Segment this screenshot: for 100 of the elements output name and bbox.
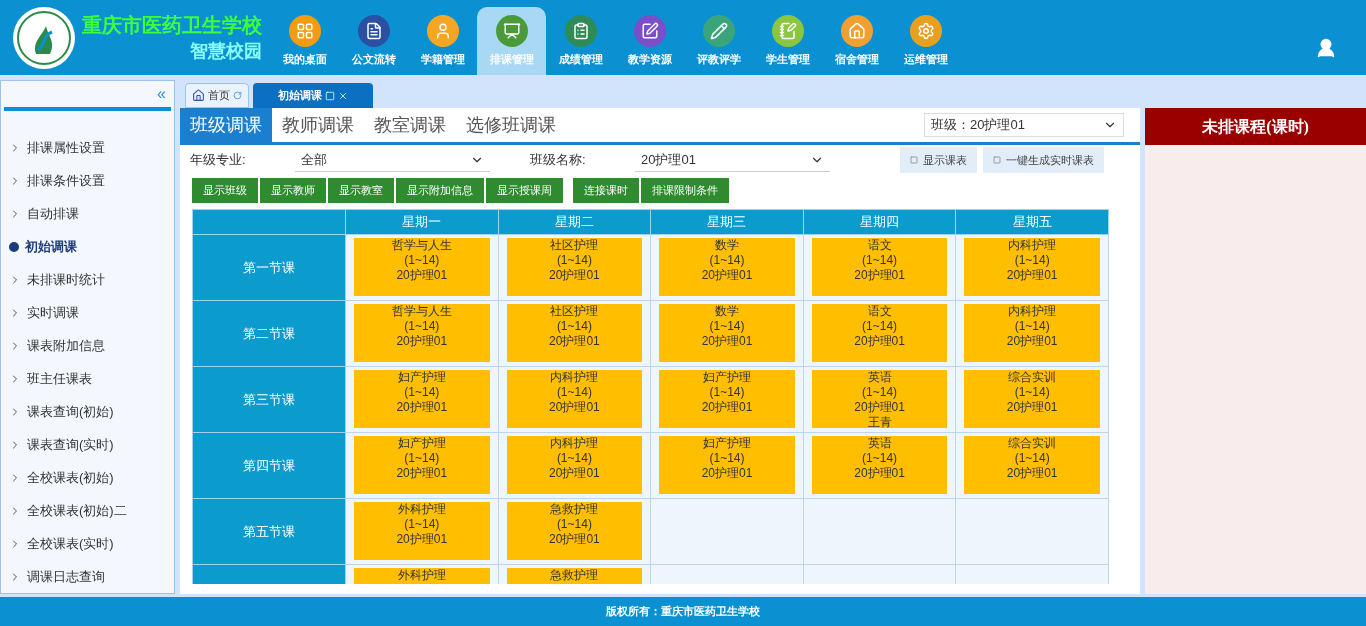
close-icon[interactable] bbox=[338, 90, 348, 101]
course-card[interactable]: 内科护理 (1~14) 20护理01 bbox=[964, 238, 1100, 296]
sidebar-item[interactable]: 初始调课 bbox=[1, 230, 174, 263]
toolbar-button[interactable]: 显示教师 bbox=[260, 177, 326, 203]
user-icon[interactable] bbox=[1315, 37, 1337, 59]
course-weeks: (1~14) bbox=[404, 385, 440, 400]
nav-item[interactable]: 学生管理 bbox=[753, 7, 822, 75]
course-card[interactable]: 急救护理 bbox=[506, 568, 643, 584]
course-card[interactable]: 英语 (1~14) 20护理01 王青 bbox=[811, 370, 948, 428]
course-name: 内科护理 bbox=[550, 370, 599, 385]
sidebar-item[interactable]: 排课属性设置 bbox=[1, 131, 174, 164]
action-button[interactable]: 一键生成实时课表 bbox=[983, 147, 1104, 173]
sidebar-item[interactable]: 未排课时统计 bbox=[1, 263, 174, 296]
day-header: 星期四 bbox=[803, 209, 956, 235]
toolbar-button[interactable]: 显示附加信息 bbox=[396, 177, 484, 203]
toolbar-button[interactable]: 排课限制条件 bbox=[641, 177, 729, 203]
course-card[interactable]: 综合实训 (1~14) 20护理01 bbox=[964, 436, 1100, 494]
mode-tab[interactable]: 教师调课 bbox=[272, 108, 364, 142]
course-class: 20护理01 bbox=[549, 334, 600, 349]
course-weeks: (1~14) bbox=[862, 319, 898, 334]
nav-item[interactable]: 教学资源 bbox=[615, 7, 684, 75]
nav-item[interactable]: 评教评学 bbox=[684, 7, 753, 75]
course-name: 综合实训 bbox=[1008, 436, 1057, 451]
course-name: 内科护理 bbox=[1008, 304, 1057, 319]
course-name: 社区护理 bbox=[550, 238, 599, 253]
course-name: 数学 bbox=[715, 238, 739, 253]
nav-item[interactable]: 运维管理 bbox=[891, 7, 960, 75]
course-weeks: (1~14) bbox=[1014, 385, 1050, 400]
day-header: 星期三 bbox=[650, 209, 804, 235]
course-weeks: (1~14) bbox=[556, 253, 592, 268]
nav-item[interactable]: 我的桌面 bbox=[270, 7, 339, 75]
sidebar-item[interactable]: 课表查询(初始) bbox=[1, 395, 174, 428]
day-header: 星期一 bbox=[345, 209, 499, 235]
course-name: 语文 bbox=[867, 304, 892, 319]
sidebar-item[interactable]: 全校课表(初始)二 bbox=[1, 494, 174, 527]
filter-select[interactable]: 全部 bbox=[295, 148, 490, 172]
course-card[interactable]: 妇产护理 (1~14) 20护理01 bbox=[659, 436, 795, 494]
course-card[interactable]: 哲学与人生 (1~14) 20护理01 bbox=[354, 238, 490, 296]
sidebar-item[interactable]: 课表查询(实时) bbox=[1, 428, 174, 461]
course-card[interactable]: 语文 (1~14) 20护理01 bbox=[811, 304, 948, 362]
period-header: 第四节课 bbox=[192, 432, 346, 499]
sidebar-item[interactable]: 实时调课 bbox=[1, 296, 174, 329]
course-name: 内科护理 bbox=[1008, 238, 1057, 253]
course-class: 20护理01 bbox=[396, 532, 448, 547]
nav-item[interactable]: 学籍管理 bbox=[408, 7, 477, 75]
toolbar-button[interactable]: 显示班级 bbox=[192, 177, 258, 203]
course-name: 社区护理 bbox=[550, 304, 599, 319]
sidebar-item[interactable]: 全校课表(实时) bbox=[1, 527, 174, 560]
course-weeks: (1~14) bbox=[862, 385, 898, 400]
mode-tab[interactable]: 选修班调课 bbox=[456, 108, 566, 142]
course-card[interactable]: 数学 (1~14) 20护理01 bbox=[659, 304, 795, 362]
course-name: 数学 bbox=[715, 304, 739, 319]
page-tab[interactable]: 首页 bbox=[185, 83, 249, 108]
filter-label: 年级专业: bbox=[190, 151, 247, 170]
course-card[interactable]: 内科护理 (1~14) 20护理01 bbox=[964, 304, 1100, 362]
course-card[interactable]: 妇产护理 (1~14) 20护理01 bbox=[354, 436, 490, 494]
sidebar-item[interactable]: 课表附加信息 bbox=[1, 329, 174, 362]
course-weeks: (1~14) bbox=[709, 319, 745, 334]
mode-tab[interactable]: 教室调课 bbox=[364, 108, 456, 142]
course-card[interactable]: 语文 (1~14) 20护理01 bbox=[811, 238, 948, 296]
course-card[interactable]: 急救护理 (1~14) 20护理01 bbox=[506, 502, 643, 560]
mode-tab[interactable]: 班级调课 bbox=[180, 108, 272, 142]
sidebar-item[interactable]: 班主任课表 bbox=[1, 362, 174, 395]
course-card[interactable]: 妇产护理 (1~14) 20护理01 bbox=[354, 370, 490, 428]
course-card[interactable]: 社区护理 (1~14) 20护理01 bbox=[506, 304, 643, 362]
course-card[interactable]: 哲学与人生 (1~14) 20护理01 bbox=[354, 304, 490, 362]
panel-title: 未排课程(课时) bbox=[1145, 108, 1366, 145]
nav-item[interactable]: 公文流转 bbox=[339, 7, 408, 75]
toolbar-button[interactable]: 显示授课周 bbox=[486, 177, 563, 203]
course-weeks: (1~14) bbox=[1014, 253, 1050, 268]
page-tab[interactable]: 初始调课 bbox=[253, 83, 373, 108]
course-card[interactable]: 内科护理 (1~14) 20护理01 bbox=[506, 436, 643, 494]
course-name: 哲学与人生 bbox=[391, 304, 452, 319]
course-class: 20护理01 bbox=[549, 268, 600, 283]
course-card[interactable]: 综合实训 (1~14) 20护理01 bbox=[964, 370, 1100, 428]
school-logo bbox=[12, 5, 76, 70]
nav-item[interactable]: 宿舍管理 bbox=[822, 7, 891, 75]
course-card[interactable]: 社区护理 (1~14) 20护理01 bbox=[506, 238, 643, 296]
course-card[interactable]: 英语 (1~14) 20护理01 bbox=[811, 436, 948, 494]
sidebar-item[interactable]: 调课日志查询 bbox=[1, 560, 174, 593]
course-card[interactable]: 数学 (1~14) 20护理01 bbox=[659, 238, 795, 296]
course-card[interactable]: 妇产护理 (1~14) 20护理01 bbox=[659, 370, 795, 428]
nav-item[interactable]: 成绩管理 bbox=[546, 7, 615, 75]
class-select[interactable]: 班级：20护理01 bbox=[924, 113, 1124, 137]
toolbar-button[interactable]: 连接课时 bbox=[573, 177, 639, 203]
sidebar-item[interactable]: 排课条件设置 bbox=[1, 164, 174, 197]
course-class: 20护理01 bbox=[701, 466, 753, 481]
course-card[interactable]: 内科护理 (1~14) 20护理01 bbox=[506, 370, 643, 428]
sidebar-item[interactable]: 全校课表(初始) bbox=[1, 461, 174, 494]
course-card[interactable]: 外科护理 (1~14) 20护理01 bbox=[354, 502, 490, 560]
course-card[interactable]: 外科护理 bbox=[354, 568, 490, 584]
sidebar-item[interactable]: 自动排课 bbox=[1, 197, 174, 230]
course-weeks: (1~14) bbox=[862, 451, 898, 466]
pin-icon bbox=[325, 90, 335, 101]
toolbar-button[interactable]: 显示教室 bbox=[328, 177, 394, 203]
filter-select[interactable]: 20护理01 bbox=[635, 148, 830, 172]
action-button[interactable]: 显示课表 bbox=[900, 147, 977, 173]
course-class: 20护理01 bbox=[854, 466, 905, 481]
course-class: 20护理01 bbox=[701, 334, 753, 349]
course-weeks: (1~14) bbox=[404, 451, 440, 466]
